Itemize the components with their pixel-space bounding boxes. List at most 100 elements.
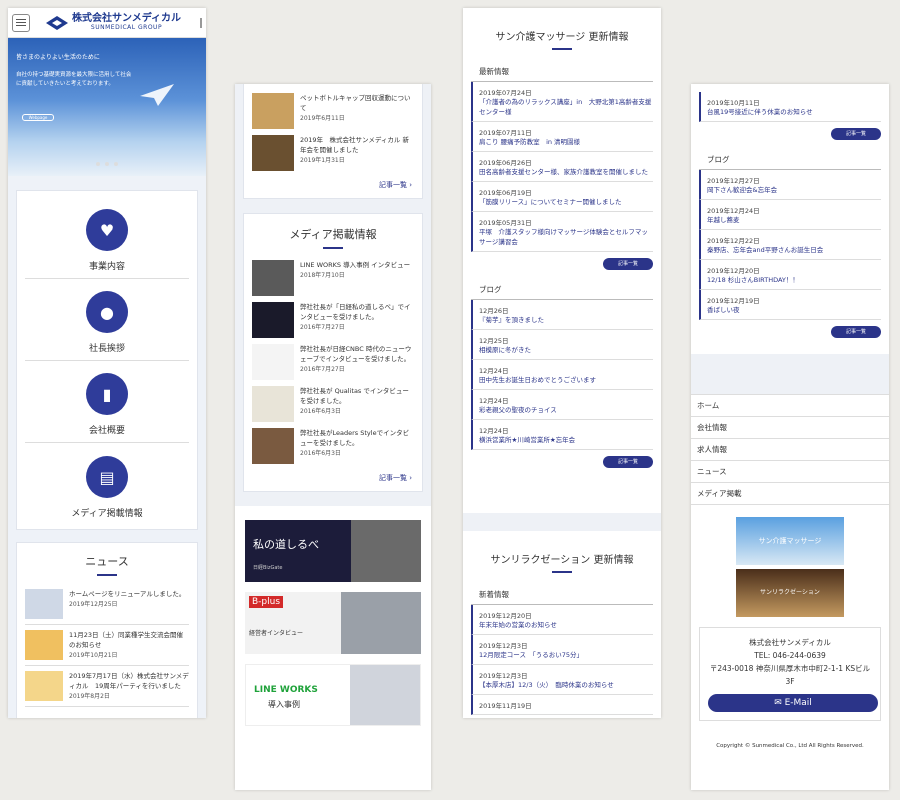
footer-nav-company[interactable]: 会社情報	[691, 417, 889, 439]
update-date: 2019年12月3日	[479, 642, 528, 650]
news-item[interactable]: ペットボトルキャップ回収運動について 2019年6月11日	[252, 90, 414, 132]
hero-button[interactable]: Webpage	[22, 114, 54, 121]
media-item[interactable]: 弊社社長が「日経私の道しるべ」でインタビューを受けました。 2016年7月27日	[252, 299, 414, 341]
menu-item-business[interactable]: ♥ 事業内容	[25, 197, 189, 279]
news-item[interactable]: 2019年 株式会社サンメディカル 新年会を開催しました 2019年1月31日	[252, 132, 414, 174]
relax-news-more-button[interactable]: 記事一覧	[831, 128, 881, 140]
blog-item[interactable]: 2019年12月24日 年越し蕎麦	[699, 200, 881, 230]
blog-item[interactable]: 12月25日 相模原に冬がきた	[471, 330, 653, 360]
update-item[interactable]: 2019年07月11日 肩こり 腰痛予防教室 in 清明園様	[471, 122, 653, 152]
media-item[interactable]: LINE WORKS 導入事例 インタビュー 2018年7月10日	[252, 257, 414, 299]
relax-sub-blog: ブログ	[699, 146, 881, 170]
blog-text: 12/18 杉山さんBIRTHDAY！！	[707, 276, 799, 284]
news-item[interactable]: ホームページをリニューアルしました。 2019年12月25日	[25, 584, 189, 625]
company-sub: SUNMEDICAL GROUP	[90, 24, 163, 31]
update-date: 2019年10月11日	[707, 99, 760, 107]
mobile-page-footer: 2019年10月11日 台風19号接近に伴う休業のお知らせ 記事一覧 ブログ 20…	[691, 84, 889, 790]
logo-mark-icon	[46, 15, 68, 30]
blog-date: 12月24日	[479, 427, 509, 435]
update-item[interactable]: 2019年06月26日 田名高齢者支援センター様、家族介護教室を開催しました	[471, 152, 653, 182]
menu-item-greeting[interactable]: ● 社長挨拶	[25, 279, 189, 361]
update-date: 2019年06月19日	[479, 189, 532, 197]
slider-dot[interactable]	[105, 162, 109, 166]
news-section: ニュース ホームページをリニューアルしました。 2019年12月25日 11月23…	[16, 542, 198, 718]
blog-text: 相模原に冬がきた	[479, 346, 531, 354]
media-thumbnail	[252, 260, 294, 296]
news-thumbnail	[25, 589, 63, 619]
blog-item[interactable]: 2019年12月22日 秦野店、忘年会and平野さんお誕生日会	[699, 230, 881, 260]
blog-text: 『菊芋』を頂きました	[479, 316, 544, 324]
blog-item[interactable]: 2019年12月27日 岡下さん歓迎会&忘年会	[699, 170, 881, 200]
company-address: 〒243-0018 神奈川県厚木市中町2-1-1 KSビル3F	[709, 664, 871, 686]
media-date: 2016年7月27日	[300, 324, 345, 331]
update-text: 「筋膜リリース」についてセミナー開催しました	[479, 198, 622, 206]
news-text: 11月23日（土）同業種学生交流会開催のお知らせ	[69, 631, 184, 649]
update-item[interactable]: 2019年12月20日 年末年始の営業のお知らせ	[471, 605, 653, 635]
kaigo-news-more-button[interactable]: 記事一覧	[603, 258, 653, 270]
blog-item[interactable]: 2019年12月20日 12/18 杉山さんBIRTHDAY！！	[699, 260, 881, 290]
building-icon: ▮	[86, 373, 128, 415]
footer-nav-media[interactable]: メディア掲載	[691, 483, 889, 505]
news-more-link[interactable]: 記事一覧 ›	[252, 174, 414, 192]
blog-text: 秦野店、忘年会and平野さんお誕生日会	[707, 246, 824, 254]
slider-dots[interactable]	[96, 162, 118, 166]
banner-bplus[interactable]: B-plus 経営者インタビュー	[245, 592, 421, 654]
media-date: 2016年6月3日	[300, 408, 341, 415]
update-item[interactable]: 2019年12月3日 【本厚木店】12/3（火） 臨時休業のお知らせ	[471, 665, 653, 695]
media-date: 2016年7月27日	[300, 366, 345, 373]
paper-plane-icon	[140, 84, 174, 106]
update-item[interactable]: 2019年06月19日 「筋膜リリース」についてセミナー開催しました	[471, 182, 653, 212]
hamburger-menu-icon[interactable]	[12, 13, 30, 32]
blog-item[interactable]: 2019年12月19日 香ばしい夜	[699, 290, 881, 320]
media-item[interactable]: 弊社社長が日経CNBC 時代のニューウェーブでインタビューを受けました。 2016…	[252, 341, 414, 383]
blog-item[interactable]: 12月24日 横浜営業所★川崎営業所★忘年会	[471, 420, 653, 450]
email-button[interactable]: ✉ E-Mail	[708, 694, 878, 712]
menu-item-company[interactable]: ▮ 会社概要	[25, 361, 189, 443]
update-item[interactable]: 2019年05月31日 平塚 介護スタッフ様向けマッサージ体験会とセルフマッサージ…	[471, 212, 653, 252]
company-name: 株式会社サンメディカル	[72, 13, 181, 24]
banner-sub: 導入事例	[268, 700, 300, 709]
media-more-link[interactable]: 記事一覧 ›	[252, 467, 414, 485]
title-rule	[323, 247, 343, 249]
banner-photo	[350, 665, 420, 725]
banner-photo	[341, 592, 421, 654]
banner-title: LINE WORKS	[254, 685, 318, 695]
news-continued: ペットボトルキャップ回収運動について 2019年6月11日 2019年 株式会社サ…	[243, 84, 423, 199]
media-item[interactable]: 弊社社長がLeaders Styleでインタビューを受けました。 2016年6月3…	[252, 425, 414, 467]
media-section: メディア掲載情報 LINE WORKS 導入事例 インタビュー 2018年7月10…	[243, 213, 423, 492]
slider-dot[interactable]	[114, 162, 118, 166]
blog-date: 12月26日	[479, 307, 509, 315]
media-text: 弊社社長がLeaders Styleでインタビューを受けました。	[300, 429, 410, 447]
blog-item[interactable]: 12月26日 『菊芋』を頂きました	[471, 300, 653, 330]
banner-michishirube[interactable]: 私の道しるべ 日経BizGate	[245, 520, 421, 582]
media-item[interactable]: 弊社社長が Qualitas でインタビューを受けました。 2016年6月3日	[252, 383, 414, 425]
blog-text: 彩老親父の聖夜のチョイス	[479, 406, 557, 414]
blog-date: 2019年12月19日	[707, 297, 760, 305]
update-item[interactable]: 2019年12月3日 12月限定コース 「うるおい75分」	[471, 635, 653, 665]
kaigo-blog-more-button[interactable]: 記事一覧	[603, 456, 653, 468]
update-item[interactable]: 2019年11月19日	[471, 695, 653, 715]
blog-item[interactable]: 12月24日 彩老親父の聖夜のチョイス	[471, 390, 653, 420]
banner-sub: 日経BizGate	[253, 565, 283, 571]
update-item[interactable]: 2019年10月11日 台風19号接近に伴う休業のお知らせ	[699, 92, 881, 122]
footer-nav-home[interactable]: ホーム	[691, 395, 889, 417]
footer-nav-news[interactable]: ニュース	[691, 461, 889, 483]
footer-banner-kaigo[interactable]: サン介護マッサージ	[736, 517, 844, 565]
footer-banner-relax[interactable]: サンリラクゼーション	[736, 569, 844, 617]
blog-item[interactable]: 12月24日 田中先生お誕生日おめでとうございます	[471, 360, 653, 390]
site-logo[interactable]: 株式会社サンメディカル SUNMEDICAL GROUP	[46, 14, 181, 31]
relax-blog-more-button[interactable]: 記事一覧	[831, 326, 881, 338]
header-divider	[200, 17, 202, 28]
menu-item-media[interactable]: ▤ メディア掲載情報	[25, 443, 189, 525]
slider-dot[interactable]	[96, 162, 100, 166]
hero-text: 自社の持つ基礎実資源を最大限に活用して社会に貢献していきたいと考えております。	[16, 72, 132, 87]
update-item[interactable]: 2019年07月24日 「介護者の為のリラックス講座」in 大野北第1高齢者支援セ…	[471, 82, 653, 122]
footer-nav-recruit[interactable]: 求人情報	[691, 439, 889, 461]
news-item[interactable]: 11月23日（土）同業種学生交流会開催のお知らせ 2019年10月21日	[25, 625, 189, 666]
news-item[interactable]: 2019年7月17日（水）株式会社サンメディカル 19周年パーティを行いました 2…	[25, 666, 189, 707]
update-text: 年末年始の営業のお知らせ	[479, 621, 557, 629]
news-title: ニュース	[85, 555, 129, 568]
banner-lineworks[interactable]: LINE WORKS 導入事例	[245, 664, 421, 726]
update-date: 2019年11月19日	[479, 702, 532, 710]
blog-date: 2019年12月20日	[707, 267, 760, 275]
